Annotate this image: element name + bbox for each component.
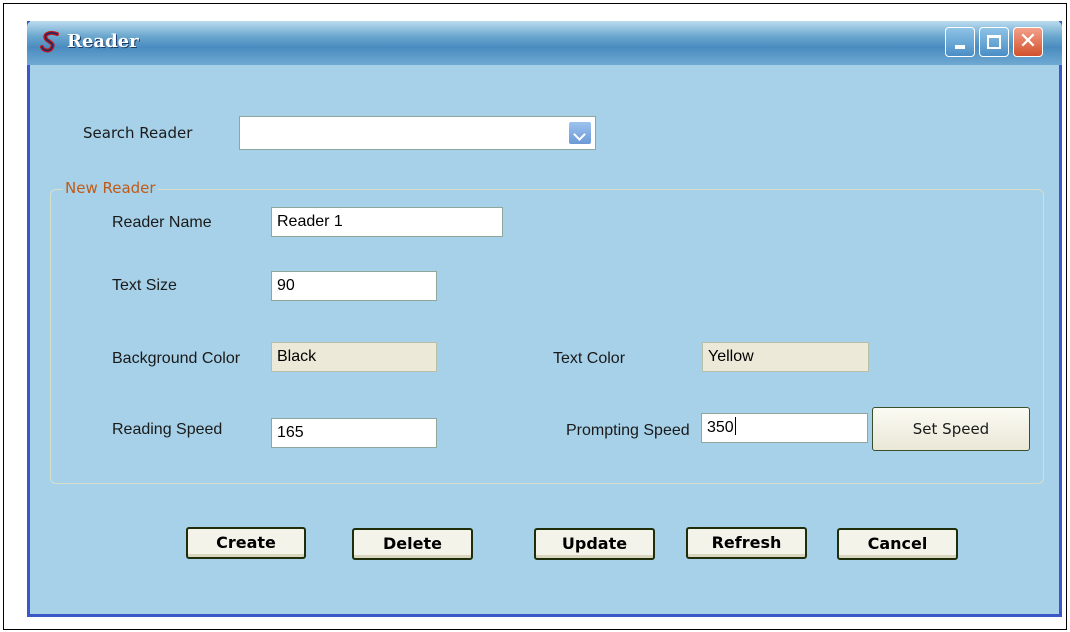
prompting-speed-label: Prompting Speed bbox=[566, 422, 690, 439]
close-icon: ✕ bbox=[1018, 29, 1038, 54]
reader-name-input[interactable]: Reader 1 bbox=[271, 207, 503, 237]
app-logo-icon bbox=[40, 30, 59, 53]
prompting-speed-value: 350 bbox=[707, 419, 734, 436]
search-reader-label: Search Reader bbox=[83, 124, 193, 142]
close-button[interactable]: ✕ bbox=[1013, 27, 1043, 57]
minimize-button[interactable] bbox=[945, 27, 975, 57]
text-cursor bbox=[734, 417, 736, 435]
update-button[interactable]: Update bbox=[534, 528, 655, 560]
background-color-field[interactable]: Black bbox=[271, 342, 437, 372]
prompting-speed-input[interactable]: 350 bbox=[701, 413, 868, 443]
text-color-label: Text Color bbox=[553, 350, 626, 367]
window-title: Reader bbox=[67, 31, 139, 52]
search-reader-combo[interactable] bbox=[239, 116, 596, 150]
new-reader-legend: New Reader bbox=[63, 179, 158, 197]
title-bar[interactable]: Reader ✕ bbox=[27, 21, 1062, 65]
chevron-down-icon[interactable] bbox=[568, 121, 592, 145]
reader-window: Reader ✕ Search Reader New Reader Reader… bbox=[27, 21, 1062, 617]
cancel-button[interactable]: Cancel bbox=[837, 528, 958, 560]
text-color-field[interactable]: Yellow bbox=[702, 342, 869, 372]
reading-speed-input[interactable]: 165 bbox=[271, 418, 437, 448]
reader-name-label: Reader Name bbox=[112, 214, 212, 231]
set-speed-button[interactable]: Set Speed bbox=[872, 407, 1030, 451]
reading-speed-label: Reading Speed bbox=[112, 421, 223, 438]
refresh-button[interactable]: Refresh bbox=[686, 527, 807, 559]
maximize-button[interactable] bbox=[979, 27, 1009, 57]
create-button[interactable]: Create bbox=[186, 527, 306, 559]
text-size-label: Text Size bbox=[112, 277, 177, 294]
text-size-input[interactable]: 90 bbox=[271, 271, 437, 301]
background-color-label: Background Color bbox=[112, 350, 241, 367]
delete-button[interactable]: Delete bbox=[352, 528, 473, 560]
